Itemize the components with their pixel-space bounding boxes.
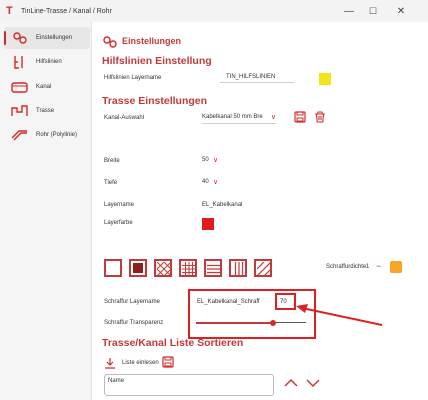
- hilfslinien-layer-label: Hilfslinien Layername: [104, 75, 162, 81]
- liste-einlesen-button[interactable]: Liste einlesen: [122, 360, 159, 366]
- kanal-auswahl-label: Kanal-Auswahl: [104, 115, 145, 121]
- close-button[interactable]: ✕: [390, 0, 412, 22]
- channel-icon: [10, 79, 30, 95]
- hatch-diagonal-icon: [256, 261, 272, 277]
- hatch-empty-button[interactable]: [104, 259, 122, 277]
- chevron-up-icon: [284, 379, 298, 387]
- main-content: Einstellungen Hilfslinien Einstellung Hi…: [92, 22, 428, 400]
- sidebar-item-label: Trasse: [36, 108, 55, 114]
- schraffur-layer-value[interactable]: EL_Kabelkanal_Schraff: [197, 299, 260, 305]
- delete-icon[interactable]: [314, 110, 326, 123]
- page-title: Einstellungen: [122, 36, 182, 46]
- route-icon: [10, 103, 30, 119]
- hatch-cross-button[interactable]: [154, 259, 172, 277]
- chevron-down-icon: ∨: [213, 179, 219, 186]
- section-title-hilfslinien: Hilfslinien Einstellung: [102, 55, 212, 67]
- sidebar-item-label: Kanal: [36, 84, 52, 90]
- hatch-solid-fill: [133, 263, 143, 273]
- window-title: TinLine-Trasse / Kanal / Rohr: [21, 7, 112, 15]
- hilfslinien-layer-field[interactable]: TIN_HILFSLINIEN: [220, 74, 294, 83]
- guideline-icon: [10, 54, 30, 70]
- breite-value: 50: [202, 157, 209, 163]
- sidebar-item-hilfslinien[interactable]: Hilfslinien: [4, 51, 90, 73]
- layerfarbe-label: Layerfarbe: [104, 220, 133, 226]
- section-title-sortieren: Trasse/Kanal Liste Sortieren: [102, 337, 244, 349]
- minimize-button[interactable]: —: [338, 0, 360, 22]
- tiefe-label: Tiefe: [104, 180, 118, 186]
- settings-icon: [102, 35, 120, 49]
- hatch-cross-icon: [156, 261, 172, 277]
- sort-up-button[interactable]: [284, 375, 298, 387]
- breite-select[interactable]: 50 ∨: [202, 156, 226, 166]
- sort-down-button[interactable]: [306, 375, 320, 387]
- layername-label: Layername: [104, 202, 135, 208]
- maximize-button[interactable]: ☐: [362, 0, 384, 22]
- title-bar: T TinLine-Trasse / Kanal / Rohr — ☐ ✕: [0, 0, 428, 22]
- schraffur-transparenz-label: Schraffur Transparenz: [104, 320, 164, 326]
- sidebar-item-label: Rohr (Polylinie): [36, 132, 78, 138]
- hatch-horizontal-button[interactable]: [204, 259, 222, 277]
- hilfslinien-color-swatch[interactable]: [319, 73, 331, 85]
- slider-fill: [196, 322, 273, 324]
- schraffurdichte-decrease-button[interactable]: −: [376, 261, 381, 271]
- name-input-label: Name: [108, 378, 125, 384]
- hatch-vertical-button[interactable]: [229, 259, 247, 277]
- pipe-icon: [10, 127, 30, 143]
- tiefe-value: 40: [202, 179, 209, 185]
- chevron-down-icon: ∨: [270, 114, 276, 121]
- annotation-arrow-icon: [296, 304, 383, 326]
- download-icon[interactable]: [104, 356, 116, 369]
- hatch-grid-icon: [182, 262, 196, 276]
- schraffurdichte-label: Schraffurdichte: [326, 264, 367, 270]
- kanal-auswahl-select[interactable]: Kabelkanal 50 mm Bre ∨: [202, 113, 276, 124]
- layerfarbe-color-swatch[interactable]: [202, 218, 214, 230]
- sidebar-item-trasse[interactable]: Trasse: [4, 100, 90, 122]
- name-input[interactable]: Name: [104, 374, 274, 396]
- schraffur-number-field[interactable]: 70: [275, 293, 296, 310]
- breite-label: Breite: [104, 158, 120, 164]
- hatch-solid-button[interactable]: [129, 259, 147, 277]
- transparenz-slider[interactable]: [196, 320, 306, 326]
- kanal-auswahl-value: Kabelkanal 50 mm Bre: [202, 114, 263, 120]
- hatch-vertical-icon: [234, 262, 244, 276]
- section-title-trasse: Trasse Einstellungen: [102, 95, 208, 107]
- app-logo-icon: T: [6, 5, 13, 17]
- sidebar-item-einstellungen[interactable]: Einstellungen: [4, 27, 90, 49]
- sidebar-item-kanal[interactable]: Kanal: [4, 76, 90, 98]
- sidebar-item-label: Einstellungen: [36, 35, 73, 41]
- chevron-down-icon: [306, 379, 320, 387]
- chevron-down-icon: ∨: [213, 157, 219, 164]
- settings-icon: [10, 30, 30, 46]
- sidebar-item-rohr[interactable]: Rohr (Polylinie): [4, 124, 90, 146]
- hatch-grid-button[interactable]: [179, 259, 197, 277]
- save-icon[interactable]: [162, 355, 174, 368]
- sidebar-item-label: Hilfslinien: [36, 59, 62, 65]
- schraffur-number-value: 70: [280, 299, 287, 305]
- schraffurdichte-color-swatch[interactable]: [390, 261, 402, 273]
- hatch-diagonal-button[interactable]: [254, 259, 272, 277]
- schraffurdichte-value[interactable]: 1: [366, 264, 369, 270]
- tiefe-select[interactable]: 40 ∨: [202, 178, 226, 188]
- hatch-horizontal-icon: [207, 264, 221, 274]
- schraffur-layer-label: Schraffur Layername: [104, 299, 160, 305]
- slider-knob[interactable]: [270, 320, 276, 326]
- sidebar: Einstellungen Hilfslinien Kanal Trasse R…: [0, 22, 92, 400]
- save-icon[interactable]: [294, 110, 306, 123]
- layername-value[interactable]: EL_Kabelkanal: [202, 202, 242, 208]
